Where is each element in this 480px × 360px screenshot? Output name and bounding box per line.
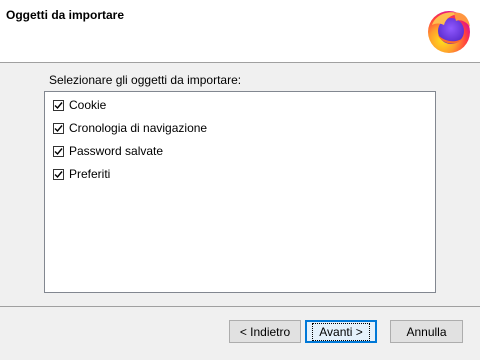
checkmark-icon xyxy=(54,124,63,132)
list-item-label: Preferiti xyxy=(69,167,111,181)
back-button[interactable]: < Indietro xyxy=(229,320,301,343)
list-item-bookmarks[interactable]: Preferiti xyxy=(53,165,110,183)
next-button-label: Avanti > xyxy=(312,322,370,341)
list-item-history[interactable]: Cronologia di navigazione xyxy=(53,119,207,137)
dialog-header: Oggetti da importare xyxy=(0,0,480,62)
cancel-button[interactable]: Annulla xyxy=(390,320,463,343)
footer-divider xyxy=(0,306,480,307)
checkbox-history[interactable] xyxy=(53,122,64,134)
list-item-label: Password salvate xyxy=(69,144,164,158)
next-button[interactable]: Avanti > xyxy=(305,320,377,343)
checkmark-icon xyxy=(54,147,63,155)
import-items-list[interactable]: Cookie Cronologia di navigazione Passwor… xyxy=(44,91,436,293)
firefox-logo-icon xyxy=(428,11,470,53)
list-caption: Selezionare gli oggetti da importare: xyxy=(49,73,242,87)
list-item-label: Cronologia di navigazione xyxy=(69,121,208,135)
checkbox-cookie[interactable] xyxy=(53,99,64,111)
header-divider xyxy=(0,62,480,63)
list-item-passwords[interactable]: Password salvate xyxy=(53,142,163,160)
checkbox-bookmarks[interactable] xyxy=(53,168,64,180)
checkmark-icon xyxy=(54,101,63,109)
list-item-cookie[interactable]: Cookie xyxy=(53,96,106,114)
checkbox-passwords[interactable] xyxy=(53,145,64,157)
checkmark-icon xyxy=(54,170,63,178)
list-item-label: Cookie xyxy=(69,98,107,112)
dialog-title: Oggetti da importare xyxy=(6,8,125,22)
